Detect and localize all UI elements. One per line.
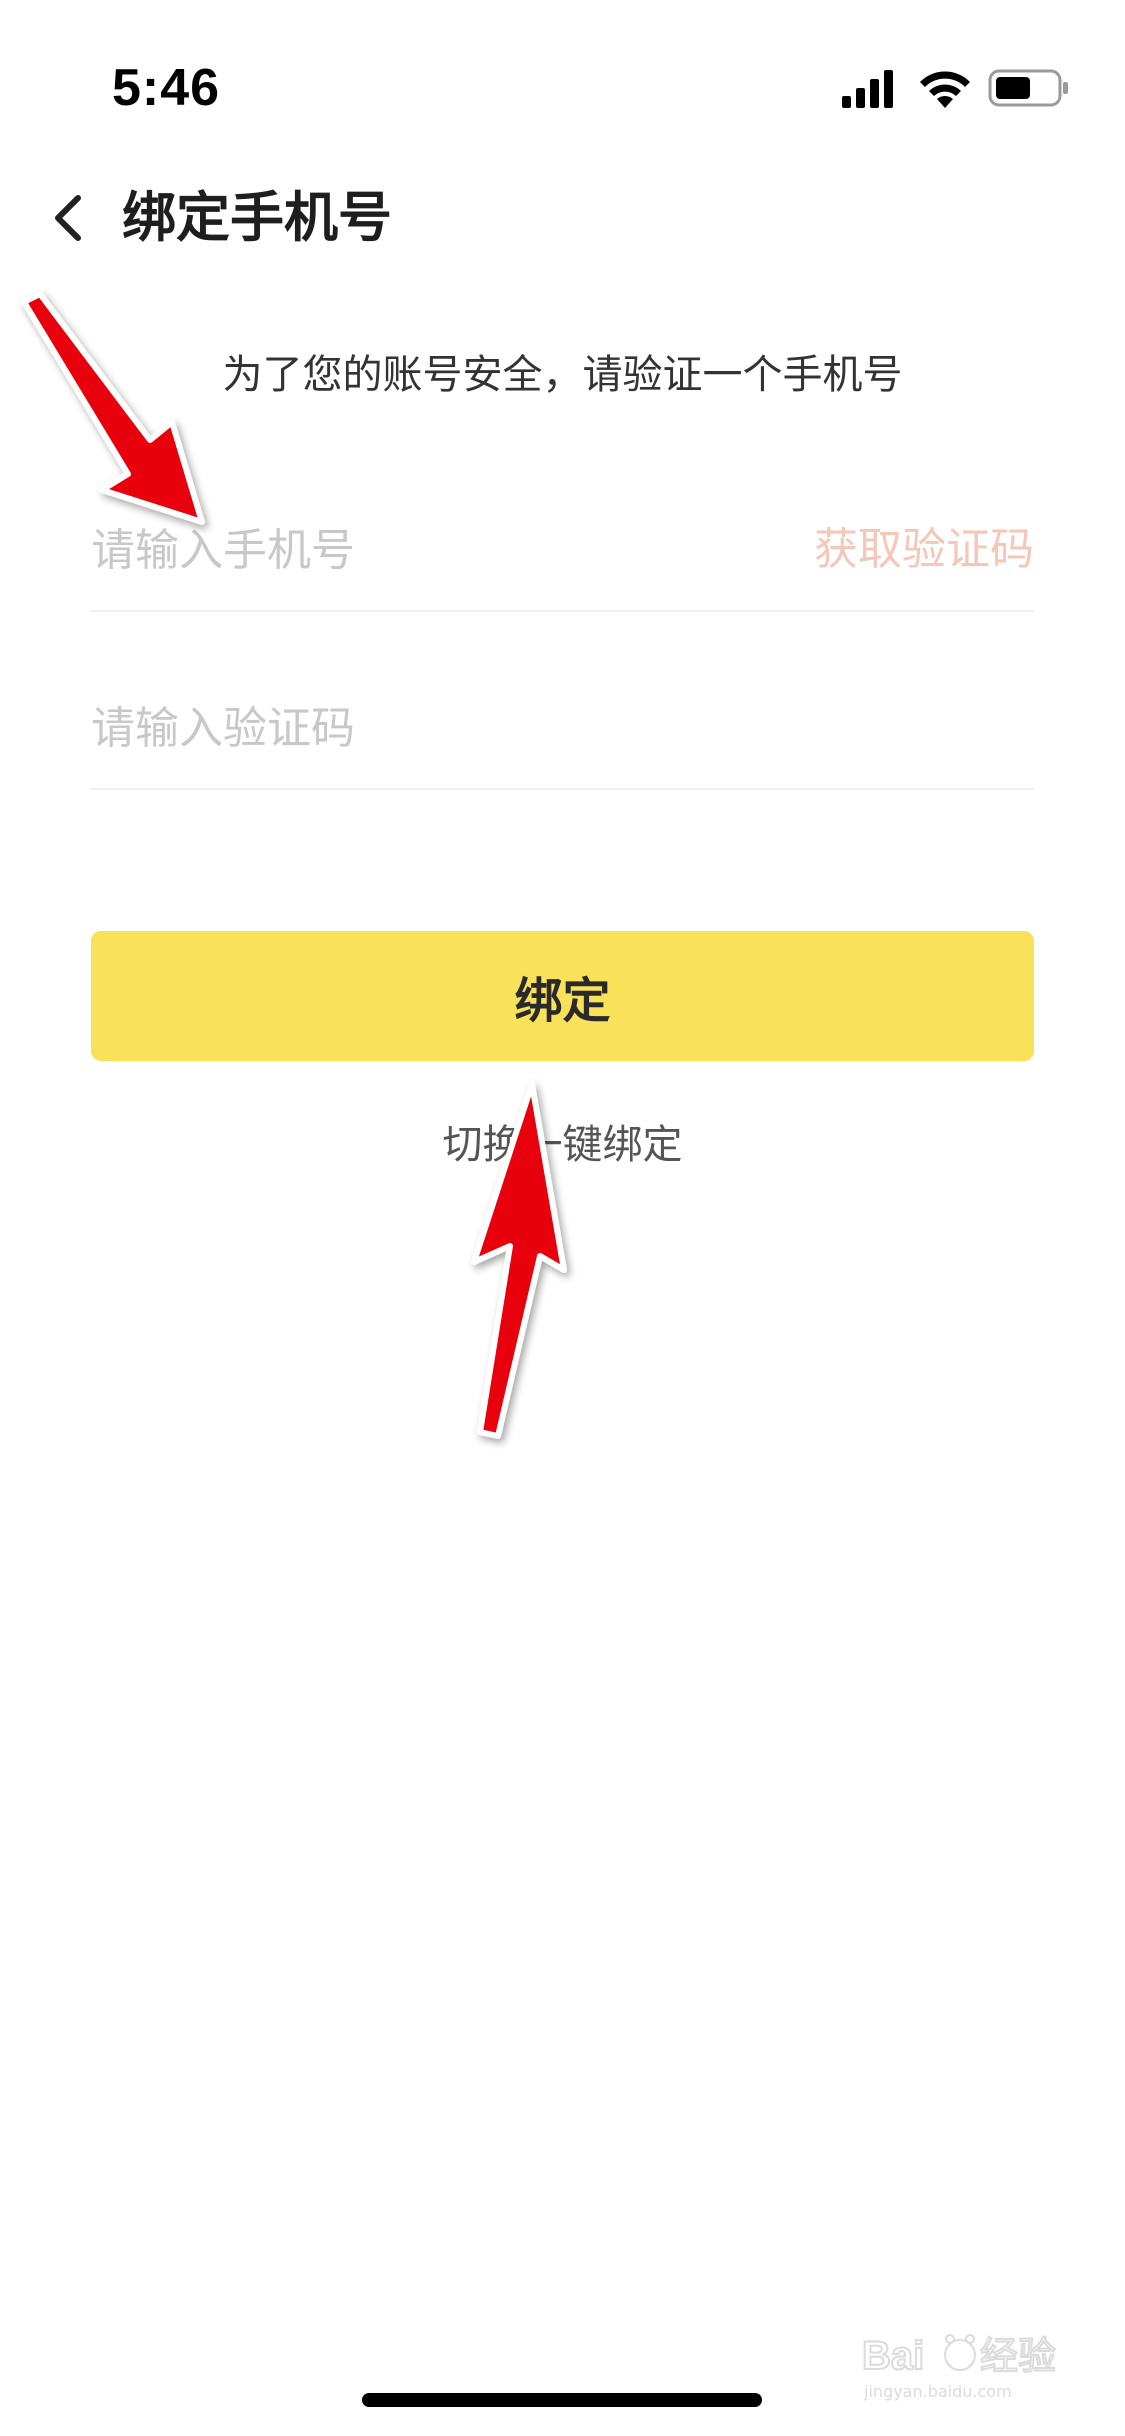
svg-text:经验: 经验 (980, 2334, 1056, 2378)
cellular-signal-icon (842, 70, 893, 108)
status-bar: 5:46 (0, 0, 1125, 150)
switch-one-click-bind-link[interactable]: 切换一键绑定 (0, 1115, 1125, 1175)
security-subtitle: 为了您的账号安全，请验证一个手机号 (222, 352, 903, 398)
page-title: 绑定手机号 (122, 186, 392, 249)
svg-text:Bai: Bai (862, 2334, 924, 2378)
chevron-left-icon[interactable] (46, 188, 92, 248)
home-indicator[interactable] (362, 2393, 762, 2407)
verification-code-input[interactable] (91, 696, 731, 760)
status-time: 5:46 (112, 59, 221, 117)
get-code-button[interactable]: 获取验证码 (814, 518, 1034, 582)
code-field-row (91, 668, 1034, 790)
bind-button[interactable]: 绑定 (91, 931, 1034, 1061)
svg-text:jingyan.baidu.com: jingyan.baidu.com (863, 2382, 1012, 2401)
nav-header: 绑定手机号 (0, 170, 1125, 270)
baidu-watermark-logo: Bai 经验 jingyan.baidu.com (861, 2333, 1057, 2401)
wifi-icon (920, 71, 970, 108)
phone-input[interactable] (91, 518, 731, 582)
battery-icon (988, 69, 1068, 107)
phone-field-row: 获取验证码 (91, 490, 1034, 612)
